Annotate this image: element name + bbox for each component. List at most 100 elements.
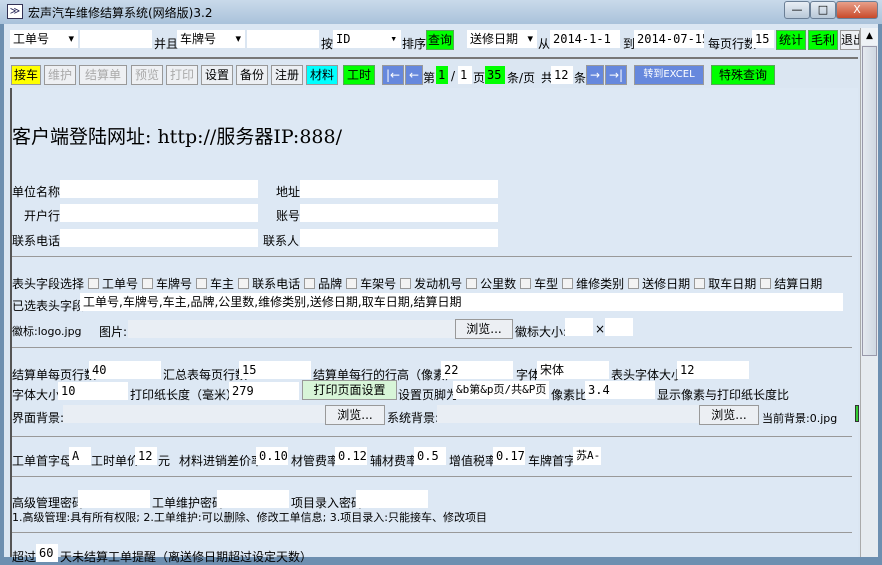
settlement-button[interactable]: 结算单 — [79, 65, 127, 85]
from-date-input[interactable]: 2014-1-1 — [550, 30, 620, 48]
ratio-input[interactable]: 3.4 — [585, 381, 655, 399]
checkbox-icon[interactable] — [142, 278, 154, 289]
entry-password-input[interactable] — [356, 490, 428, 508]
header-field-checkbox[interactable]: 公里数 — [462, 277, 516, 291]
last-page-button[interactable]: →| — [605, 65, 627, 85]
image-path-input[interactable] — [128, 320, 455, 338]
checkbox-icon[interactable] — [304, 278, 316, 289]
maximize-button[interactable]: □ — [810, 1, 836, 19]
checkbox-icon[interactable] — [760, 278, 772, 289]
vertical-scrollbar[interactable]: ▲ — [860, 28, 878, 557]
reminder-days-input[interactable]: 60 — [36, 544, 58, 562]
checkbox-icon[interactable] — [88, 278, 100, 289]
plate-prefix-input[interactable]: 苏A- — [573, 447, 601, 465]
logo-height-input[interactable] — [605, 318, 633, 336]
checkbox-icon[interactable] — [520, 278, 532, 289]
field1-input[interactable] — [80, 30, 152, 48]
ui-background-input[interactable] — [63, 405, 325, 423]
register-button[interactable]: 注册 — [271, 65, 303, 85]
header-font-size-input[interactable]: 12 — [677, 361, 749, 379]
company-name-input[interactable] — [60, 180, 258, 198]
header-field-checkbox[interactable]: 维修类别 — [558, 277, 624, 291]
settings-button[interactable]: 设置 — [201, 65, 233, 85]
summary-rows-input[interactable]: 15 — [239, 361, 311, 379]
checkbox-icon[interactable] — [562, 278, 574, 289]
checkbox-icon[interactable] — [346, 278, 358, 289]
settle-rows-input[interactable]: 40 — [89, 361, 161, 379]
checkbox-icon[interactable] — [196, 278, 208, 289]
backup-button[interactable]: 备份 — [236, 65, 268, 85]
bank-input[interactable] — [60, 204, 258, 222]
next-page-button[interactable]: → — [586, 65, 604, 85]
contact-input[interactable] — [300, 229, 498, 247]
address-input[interactable] — [300, 180, 498, 198]
color-swatch[interactable] — [855, 405, 859, 422]
system-background-input[interactable] — [437, 405, 699, 423]
field1-select[interactable]: 工单号 — [10, 30, 78, 48]
materials-button[interactable]: 材料 — [306, 65, 338, 85]
per-page-input[interactable]: 35 — [485, 66, 505, 84]
paper-length-input[interactable]: 279 — [229, 382, 299, 400]
header-field-checkbox[interactable]: 车架号 — [342, 277, 396, 291]
header-field-checkbox[interactable]: 送修日期 — [624, 277, 690, 291]
phone-input[interactable] — [60, 229, 258, 247]
labor-price-input[interactable]: 12 — [135, 447, 157, 465]
print-button[interactable]: 打印 — [166, 65, 198, 85]
close-button[interactable]: X — [836, 1, 878, 19]
header-field-checkbox[interactable]: 发动机号 — [396, 277, 462, 291]
header-field-checkbox[interactable]: 车型 — [516, 277, 558, 291]
admin-password-input[interactable] — [78, 490, 150, 508]
font-size-input[interactable]: 10 — [58, 382, 128, 400]
maint-password-input[interactable] — [217, 490, 289, 508]
header-field-checkbox[interactable]: 取车日期 — [690, 277, 756, 291]
header-field-checkbox[interactable]: 联系电话 — [234, 277, 300, 291]
exit-button[interactable]: 退出 — [840, 30, 860, 50]
checkbox-icon[interactable] — [466, 278, 478, 289]
page-input[interactable]: 1 — [436, 66, 448, 84]
order-prefix-input[interactable]: A — [69, 447, 91, 465]
date-field-select[interactable]: 送修日期 — [467, 30, 537, 48]
footer-input[interactable]: &b第&p页/共&P页 — [453, 381, 549, 399]
header-field-checkbox[interactable]: 车牌号 — [138, 277, 192, 291]
minimize-button[interactable]: — — [784, 1, 810, 19]
profit-button[interactable]: 毛利 — [808, 30, 838, 50]
preview-button[interactable]: 预览 — [131, 65, 163, 85]
rows-per-page-input[interactable]: 15 — [752, 30, 774, 48]
material-diff-input[interactable]: 0.10 — [256, 447, 288, 465]
selected-fields-input[interactable]: 工单号,车牌号,车主,品牌,公里数,维修类别,送修日期,取车日期,结算日期 — [80, 293, 843, 311]
scroll-up-icon[interactable]: ▲ — [861, 28, 878, 45]
special-query-button[interactable]: 特殊查询 — [711, 65, 775, 85]
prev-page-button[interactable]: ← — [405, 65, 423, 85]
to-date-input[interactable]: 2014-07-15 — [634, 30, 704, 48]
header-field-checkbox[interactable]: 结算日期 — [756, 277, 822, 291]
export-excel-button[interactable]: 转到EXCEL — [634, 65, 704, 85]
header-field-checkbox[interactable]: 工单号 — [84, 277, 138, 291]
maintain-button[interactable]: 维护 — [44, 65, 76, 85]
checkbox-icon[interactable] — [694, 278, 706, 289]
query-button[interactable]: 查询 — [426, 30, 454, 50]
aux-rate-input[interactable]: 0.5 — [414, 447, 446, 465]
scroll-thumb[interactable] — [862, 46, 877, 356]
header-field-checkbox[interactable]: 品牌 — [300, 277, 342, 291]
vat-rate-input[interactable]: 0.17 — [493, 447, 525, 465]
stats-button[interactable]: 统计 — [776, 30, 806, 50]
checkbox-icon[interactable] — [238, 278, 250, 289]
account-input[interactable] — [300, 204, 498, 222]
font-input[interactable]: 宋体 — [537, 361, 609, 379]
ui-background-browse-button[interactable]: 浏览... — [325, 405, 385, 425]
page-setup-button[interactable]: 打印页面设置 — [302, 380, 397, 400]
sort-field-select[interactable]: ID — [333, 30, 401, 48]
field2-select[interactable]: 车牌号 — [177, 30, 245, 48]
row-height-input[interactable]: 22 — [441, 361, 513, 379]
field2-input[interactable] — [247, 30, 319, 48]
first-page-button[interactable]: |← — [382, 65, 404, 85]
reception-button[interactable]: 接车 — [11, 65, 41, 85]
labor-button[interactable]: 工时 — [343, 65, 375, 85]
header-field-checkbox[interactable]: 车主 — [192, 277, 234, 291]
logo-browse-button[interactable]: 浏览... — [455, 319, 513, 339]
checkbox-icon[interactable] — [400, 278, 412, 289]
checkbox-icon[interactable] — [628, 278, 640, 289]
logo-width-input[interactable] — [565, 318, 593, 336]
mgmt-rate-input[interactable]: 0.12 — [335, 447, 367, 465]
system-background-browse-button[interactable]: 浏览... — [699, 405, 759, 425]
